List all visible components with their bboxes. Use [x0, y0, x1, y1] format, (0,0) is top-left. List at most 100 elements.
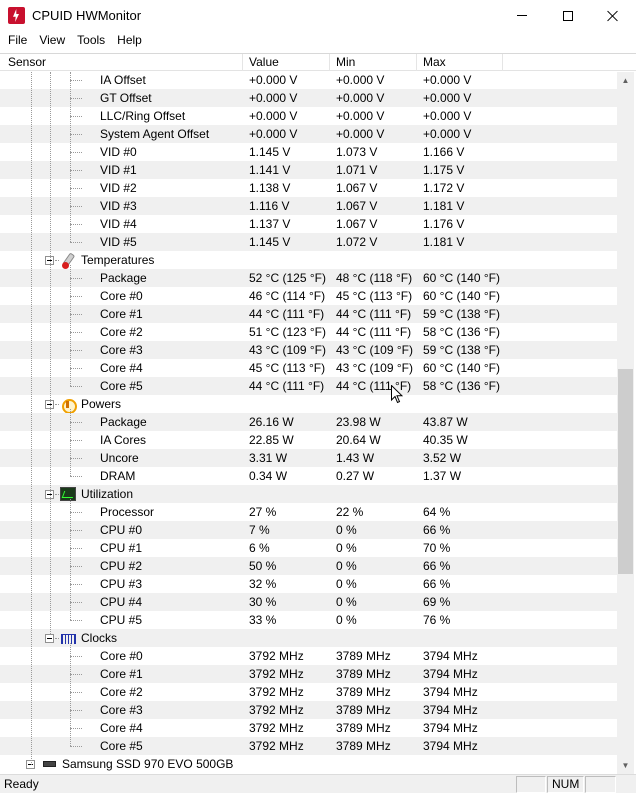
sensor-row[interactable]: Core #4 45 °C (113 °F) 43 °C (109 °F) 60 °C…: [0, 359, 617, 377]
sensor-row[interactable]: Processor 27 % 22 % 64 %: [0, 503, 617, 521]
category-row[interactable]: Clocks: [0, 629, 617, 647]
collapse-icon[interactable]: [45, 634, 54, 643]
sensor-max: 1.181 V: [423, 199, 465, 213]
sensor-label: Core #2: [100, 685, 143, 699]
sensor-row[interactable]: Core #2 3792 MHz 3789 MHz 3794 MHz: [0, 683, 617, 701]
category-row[interactable]: Temperatures: [0, 251, 617, 269]
sensor-row[interactable]: VID #0 1.145 V 1.073 V 1.166 V: [0, 143, 617, 161]
menu-file[interactable]: File: [2, 31, 33, 52]
sensor-row[interactable]: Core #1 44 °C (111 °F) 44 °C (111 °F) 59 °C…: [0, 305, 617, 323]
sensor-max: 1.166 V: [423, 145, 465, 159]
sensor-min: 1.067 V: [336, 199, 378, 213]
sensor-tree[interactable]: IA Offset +0.000 V +0.000 V +0.000 V GT Offs…: [0, 72, 617, 774]
menu-tools[interactable]: Tools: [71, 31, 111, 52]
tree-connector: [70, 566, 82, 567]
menu-help[interactable]: Help: [111, 31, 148, 52]
sensor-row[interactable]: CPU #2 50 % 0 % 66 %: [0, 557, 617, 575]
sensor-max: 1.176 V: [423, 217, 465, 231]
sensor-row[interactable]: CPU #1 6 % 0 % 70 %: [0, 539, 617, 557]
sensor-max: +0.000 V: [423, 127, 472, 141]
sensor-row[interactable]: DRAM 0.34 W 0.27 W 1.37 W: [0, 467, 617, 485]
tree-connector: [70, 409, 71, 476]
sensor-row[interactable]: Core #0 46 °C (114 °F) 45 °C (113 °F) 60 °C…: [0, 287, 617, 305]
column-sensor[interactable]: Sensor: [0, 54, 243, 71]
scrollbar-thumb[interactable]: [618, 369, 633, 574]
sensor-row[interactable]: LLC/Ring Offset +0.000 V +0.000 V +0.000 V: [0, 107, 617, 125]
sensor-row[interactable]: Core #5 44 °C (111 °F) 44 °C (111 °F) 58 °C…: [0, 377, 617, 395]
sensor-max: 66 %: [423, 577, 451, 591]
sensor-row[interactable]: Core #2 51 °C (123 °F) 44 °C (111 °F) 58 °C…: [0, 323, 617, 341]
sensor-row[interactable]: IA Cores 22.85 W 20.64 W 40.35 W: [0, 431, 617, 449]
sensor-row[interactable]: Core #3 43 °C (109 °F) 43 °C (109 °F) 59 °C…: [0, 341, 617, 359]
sensor-row[interactable]: Core #4 3792 MHz 3789 MHz 3794 MHz: [0, 719, 617, 737]
sensor-row[interactable]: VID #2 1.138 V 1.067 V 1.172 V: [0, 179, 617, 197]
tree-connector: [70, 584, 82, 585]
sensor-label: GT Offset: [100, 91, 152, 105]
sensor-label: VID #1: [100, 163, 137, 177]
sensor-row[interactable]: VID #1 1.141 V 1.071 V 1.175 V: [0, 161, 617, 179]
sensor-max: +0.000 V: [423, 73, 472, 87]
minimize-button[interactable]: [499, 0, 545, 31]
sensor-max: 1.37 W: [423, 469, 462, 483]
scroll-up-arrow-icon[interactable]: ▲: [617, 72, 634, 89]
sensor-min: 3789 MHz: [336, 703, 391, 717]
tree-connector: [70, 152, 82, 153]
sensor-min: 45 °C (113 °F): [336, 289, 413, 303]
sensor-row[interactable]: VID #3 1.116 V 1.067 V 1.181 V: [0, 197, 617, 215]
sensor-value: 27 %: [249, 505, 277, 519]
scroll-down-arrow-icon[interactable]: ▼: [617, 757, 634, 774]
category-row[interactable]: Utilization: [0, 485, 617, 503]
sensor-value: +0.000 V: [249, 73, 298, 87]
sensor-label: Core #4: [100, 721, 143, 735]
sensor-row[interactable]: VID #4 1.137 V 1.067 V 1.176 V: [0, 215, 617, 233]
device-row[interactable]: Samsung SSD 970 EVO 500GB: [0, 755, 617, 773]
sensor-row[interactable]: CPU #5 33 % 0 % 76 %: [0, 611, 617, 629]
sensor-row[interactable]: System Agent Offset +0.000 V +0.000 V +0.00…: [0, 125, 617, 143]
sensor-row[interactable]: Uncore 3.31 W 1.43 W 3.52 W: [0, 449, 617, 467]
tree-connector: [70, 548, 82, 549]
sensor-max: 3.52 W: [423, 451, 462, 465]
sensor-value: 3792 MHz: [249, 703, 304, 717]
sensor-label: VID #3: [100, 199, 137, 213]
sensor-min: 3789 MHz: [336, 685, 391, 699]
tree-connector: [70, 314, 82, 315]
sensor-row[interactable]: Package 52 °C (125 °F) 48 °C (118 °F) 60 °C…: [0, 269, 617, 287]
mouse-cursor-icon: [391, 385, 403, 404]
column-max[interactable]: Max: [417, 54, 503, 71]
sensor-value: 1.145 V: [249, 145, 291, 159]
tree-connector: [70, 332, 82, 333]
column-value[interactable]: Value: [243, 54, 330, 71]
menu-view[interactable]: View: [33, 31, 71, 52]
tree-connector: [70, 422, 82, 423]
sensor-row[interactable]: VID #5 1.145 V 1.072 V 1.181 V: [0, 233, 617, 251]
maximize-icon: [563, 10, 573, 21]
category-row[interactable]: Powers: [0, 395, 617, 414]
sensor-value: 3.31 W: [249, 451, 288, 465]
sensor-value: 32 %: [249, 577, 277, 591]
sensor-label: Core #1: [100, 667, 143, 681]
sensor-row[interactable]: IA Offset +0.000 V +0.000 V +0.000 V: [0, 72, 617, 89]
tree-connector: [70, 643, 71, 746]
sensor-min: 1.072 V: [336, 235, 378, 249]
sensor-row[interactable]: Core #3 3792 MHz 3789 MHz 3794 MHz: [0, 701, 617, 719]
sensor-row[interactable]: GT Offset +0.000 V +0.000 V +0.000 V: [0, 89, 617, 107]
sensor-row[interactable]: CPU #0 7 % 0 % 66 %: [0, 521, 617, 539]
column-min[interactable]: Min: [330, 54, 417, 71]
sensor-row[interactable]: Core #1 3792 MHz 3789 MHz 3794 MHz: [0, 665, 617, 683]
tree-connector: [70, 206, 82, 207]
sensor-value: 7 %: [249, 523, 270, 537]
sensor-row[interactable]: Core #5 3792 MHz 3789 MHz 3794 MHz: [0, 737, 617, 755]
sensor-max: 43.87 W: [423, 415, 468, 429]
status-num-indicator: NUM: [547, 776, 584, 793]
vertical-scrollbar[interactable]: ▲ ▼: [617, 72, 634, 774]
sensor-row[interactable]: Core #0 3792 MHz 3789 MHz 3794 MHz: [0, 647, 617, 665]
close-button[interactable]: [590, 0, 636, 31]
sensor-label: IA Cores: [100, 433, 147, 447]
sensor-row[interactable]: Package 26.16 W 23.98 W 43.87 W: [0, 413, 617, 431]
tree-connector: [70, 620, 82, 621]
sensor-row[interactable]: CPU #4 30 % 0 % 69 %: [0, 593, 617, 611]
sensor-max: 66 %: [423, 523, 451, 537]
sensor-row[interactable]: CPU #3 32 % 0 % 66 %: [0, 575, 617, 593]
maximize-button[interactable]: [545, 0, 591, 31]
sensor-min: +0.000 V: [336, 109, 385, 123]
